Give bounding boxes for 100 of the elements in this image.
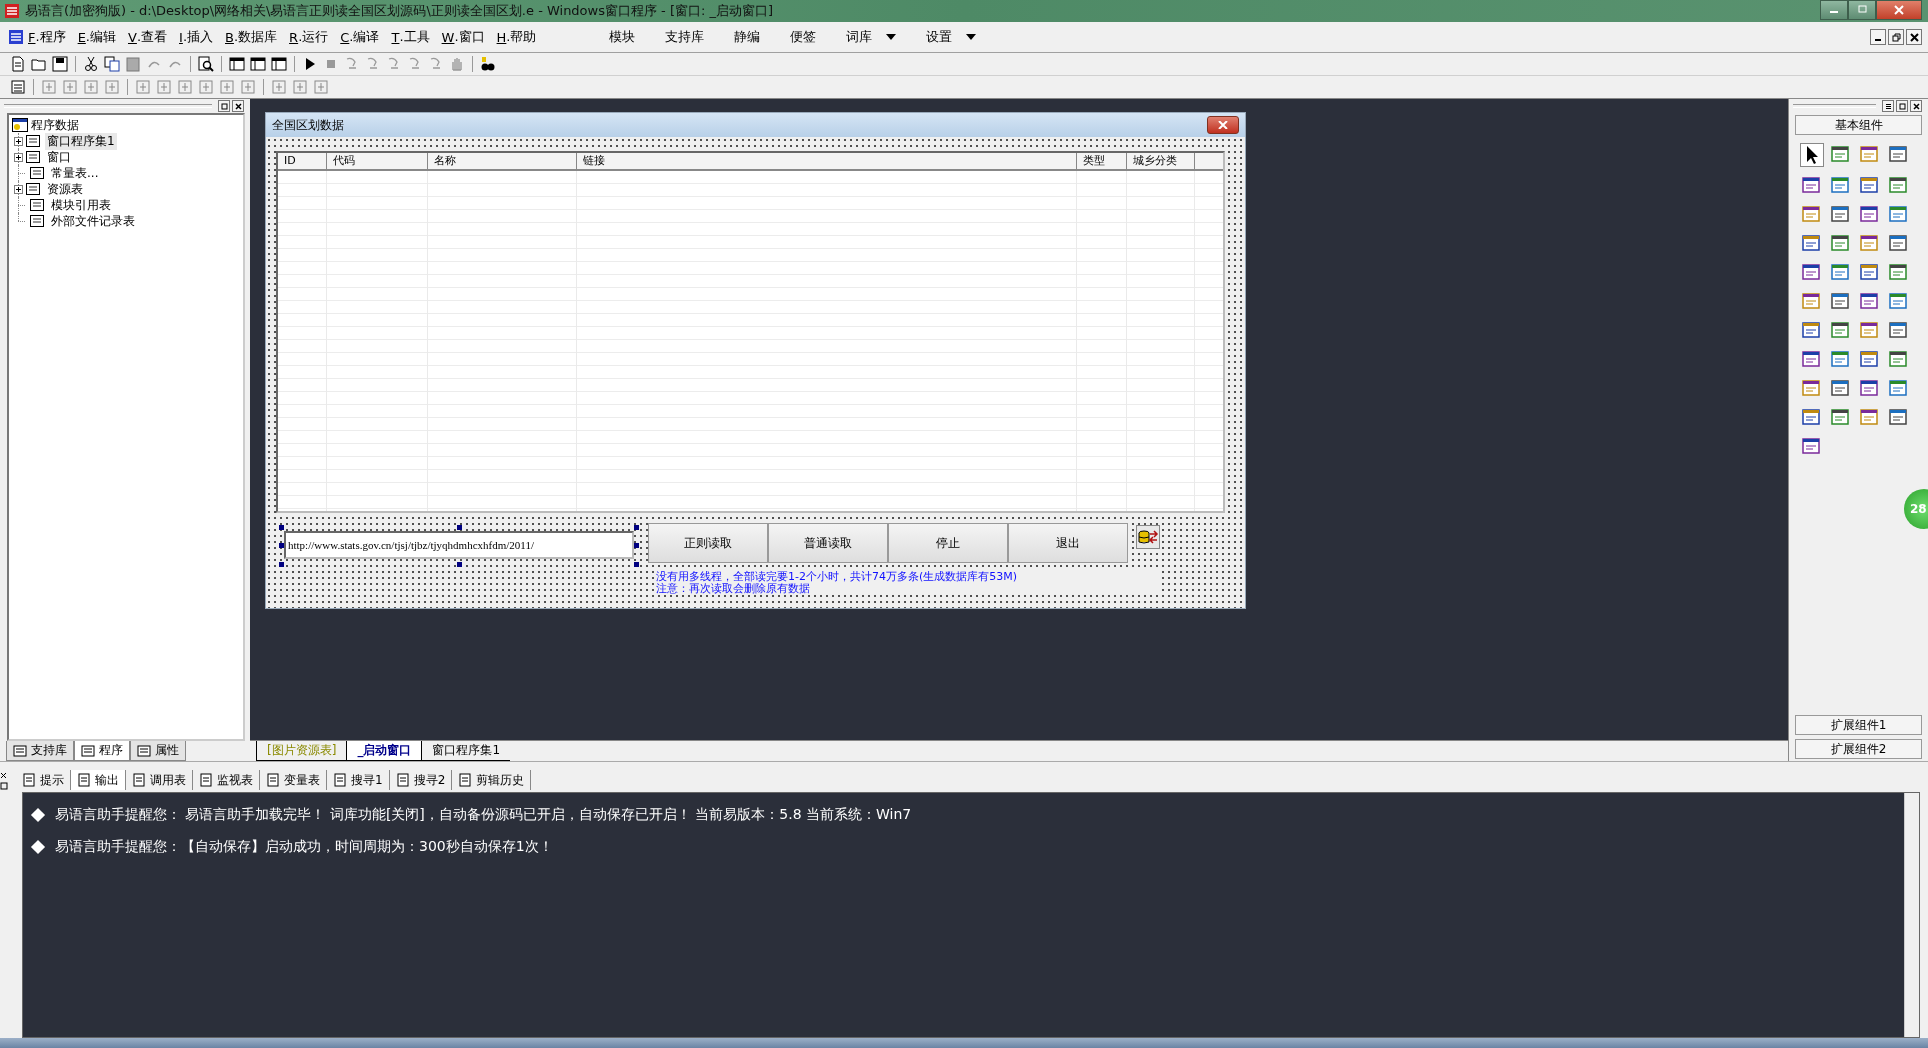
close-button[interactable] (1910, 100, 1922, 112)
scissors-icon[interactable] (83, 56, 99, 72)
menu-item[interactable]: 词库 (845, 28, 896, 46)
selection-handle[interactable] (457, 525, 462, 530)
menu-item[interactable]: 模块 (608, 28, 635, 46)
component-icon[interactable] (1887, 348, 1909, 370)
scrollbar[interactable] (1904, 793, 1919, 1037)
close-button[interactable] (232, 100, 244, 112)
output-tab[interactable]: 搜寻1 (327, 770, 390, 790)
tree-item[interactable]: 模块引用表 (49, 196, 113, 214)
selection-handle[interactable] (279, 562, 284, 567)
copy-icon[interactable] (104, 56, 120, 72)
component-icon[interactable] (1829, 406, 1851, 428)
component-icon[interactable] (1858, 143, 1880, 165)
component-icon[interactable] (1800, 261, 1822, 283)
panel-tab[interactable]: 属性 (130, 741, 186, 761)
url-field[interactable]: http://www.stats.gov.cn/tjsj/tjbz/tjyqhdmhcxhfdm/2011/ (284, 531, 634, 559)
column-header[interactable]: 城乡分类 (1127, 153, 1195, 169)
menu-item[interactable]: I.插入 (179, 28, 213, 46)
minimize-button[interactable] (1820, 0, 1848, 20)
panel-tab[interactable]: 程序 (74, 741, 130, 761)
restore-button[interactable] (1888, 29, 1904, 45)
component-icon[interactable] (1800, 377, 1822, 399)
layout-icon[interactable] (229, 56, 245, 72)
selection-handle[interactable] (634, 562, 639, 567)
menu-item[interactable]: 支持库 (664, 28, 704, 46)
menu-item[interactable]: H.帮助 (496, 28, 537, 46)
square-icon[interactable] (0, 781, 8, 790)
component-icon[interactable] (1858, 232, 1880, 254)
menu-item[interactable]: C.编译 (340, 28, 380, 46)
expand-icon[interactable] (14, 184, 23, 194)
component-icon[interactable] (1858, 203, 1880, 225)
component-icon[interactable] (1800, 348, 1822, 370)
editor-tab[interactable]: _启动窗口 (346, 741, 422, 761)
selection-handle[interactable] (457, 562, 462, 567)
component-icon[interactable] (1800, 143, 1824, 167)
component-icon[interactable] (1887, 261, 1909, 283)
close-button[interactable] (1876, 0, 1922, 20)
menu-item[interactable]: B.数据库 (225, 28, 278, 46)
component-icon[interactable] (1800, 290, 1822, 312)
tree-item[interactable]: 资源表 (45, 180, 85, 198)
menu-item[interactable]: T.工具 (391, 28, 430, 46)
column-header[interactable]: 链接 (577, 153, 1077, 169)
menu-item[interactable]: E.编辑 (77, 28, 116, 46)
output-tab[interactable]: 变量表 (260, 770, 327, 790)
float-button[interactable] (218, 100, 230, 112)
output-tab[interactable]: 输出 (71, 770, 126, 790)
layout-icon[interactable] (250, 56, 266, 72)
minimize-button[interactable] (1870, 29, 1886, 45)
layout-icon[interactable] (271, 56, 287, 72)
close-button[interactable] (1207, 116, 1239, 134)
tree-item[interactable]: 外部文件记录表 (49, 212, 137, 230)
expand-icon[interactable] (14, 152, 23, 162)
category-button[interactable]: 扩展组件2 (1795, 739, 1922, 759)
form-button[interactable]: 停止 (888, 523, 1008, 563)
document-icon[interactable] (10, 56, 26, 72)
form-button[interactable]: 普通读取 (768, 523, 888, 563)
column-header[interactable]: ID (278, 153, 327, 169)
component-icon[interactable] (1887, 174, 1909, 196)
category-button[interactable]: 基本组件 (1795, 115, 1922, 135)
magnifier-icon[interactable] (198, 56, 214, 72)
component-icon[interactable] (1800, 174, 1822, 196)
component-icon[interactable] (1858, 290, 1880, 312)
component-icon[interactable] (1800, 435, 1822, 457)
component-icon[interactable] (1829, 319, 1851, 341)
selection-handle[interactable] (279, 525, 284, 530)
output-tab[interactable]: 提示 (16, 770, 71, 790)
tree-item[interactable]: 窗口程序集1 (45, 132, 117, 150)
menu-item[interactable]: F.程序 (28, 28, 66, 46)
folder-icon[interactable] (31, 56, 47, 72)
grid-icon[interactable] (10, 79, 26, 95)
tree-item[interactable]: 常量表... (49, 164, 101, 182)
tree-item[interactable]: 程序数据 (31, 116, 79, 134)
menu-button[interactable] (1882, 100, 1894, 112)
form-button[interactable]: 正则读取 (648, 523, 768, 563)
column-header[interactable]: 类型 (1077, 153, 1127, 169)
menu-item[interactable]: 便签 (789, 28, 816, 46)
column-header[interactable]: 代码 (327, 153, 428, 169)
expand-icon[interactable] (14, 136, 23, 146)
category-button[interactable]: 扩展组件1 (1795, 715, 1922, 735)
output-tab[interactable]: 搜寻2 (389, 770, 453, 790)
component-icon[interactable] (1829, 232, 1851, 254)
component-icon[interactable] (1800, 203, 1822, 225)
panel-tab[interactable]: 支持库 (6, 741, 74, 761)
component-icon[interactable] (1858, 406, 1880, 428)
maximize-button[interactable] (1848, 0, 1876, 20)
clipboard-icon[interactable] (125, 56, 141, 72)
output-tab[interactable]: 剪辑历史 (452, 770, 532, 790)
menu-item[interactable]: 静编 (733, 28, 760, 46)
selection-handle[interactable] (634, 525, 639, 530)
menu-item[interactable]: W.窗口 (441, 28, 485, 46)
close-icon[interactable] (0, 770, 8, 780)
component-icon[interactable] (1858, 377, 1880, 399)
output-tab[interactable]: 调用表 (126, 770, 193, 790)
selection-handle[interactable] (634, 543, 639, 548)
output-tab[interactable]: 监视表 (193, 770, 260, 790)
selection-handle[interactable] (279, 543, 284, 548)
menu-item[interactable]: V.查看 (128, 28, 168, 46)
form-button[interactable]: 退出 (1008, 523, 1128, 563)
tree-item[interactable]: 窗口 (45, 148, 73, 166)
